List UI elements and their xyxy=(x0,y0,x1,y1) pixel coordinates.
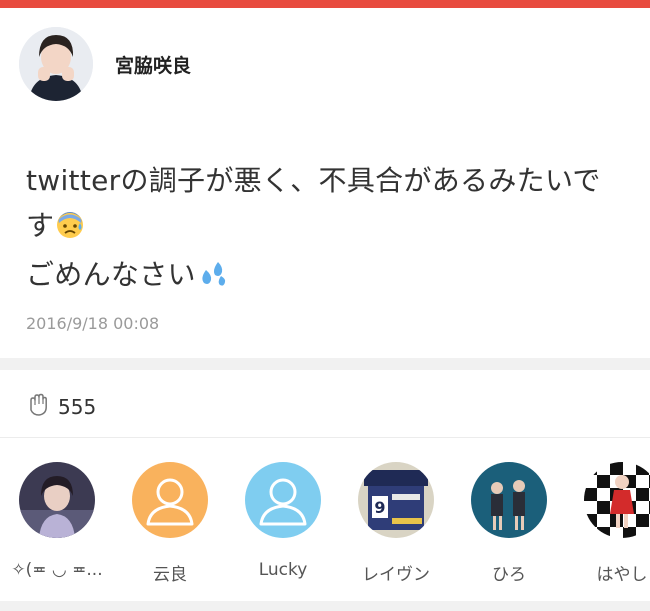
author-name[interactable]: 宮脇咲良 xyxy=(115,51,191,78)
post-text-line-2: す xyxy=(26,203,626,252)
divider xyxy=(0,437,650,438)
post-timestamp: 2016/9/18 00:08 xyxy=(26,314,160,333)
svg-text:9: 9 xyxy=(374,498,385,517)
liker-item[interactable]: Lucky xyxy=(226,462,340,580)
post-text-line-3: ごめんなさい xyxy=(26,252,626,301)
liker-name: ✧(≖ ◡ ≖... xyxy=(11,560,103,580)
top-accent-bar xyxy=(0,0,650,8)
post-body: twitterの調子が悪く、不具合があるみたいで す ごめんなさい xyxy=(26,158,626,301)
author-avatar-image xyxy=(19,27,93,101)
post-author[interactable]: 宮脇咲良 xyxy=(19,27,191,101)
section-separator xyxy=(0,358,650,370)
liker-item[interactable]: 云良 xyxy=(113,462,227,585)
liker-name: 云良 xyxy=(153,565,187,585)
clapping-hand-icon[interactable] xyxy=(26,393,50,421)
default-avatar-icon[interactable] xyxy=(132,462,208,538)
likers-list: ✧(≖ ◡ ≖... 云良 Lucky 9 レイヴン ひろ はやし xyxy=(0,462,650,592)
avatar[interactable]: 9 xyxy=(358,462,434,538)
sweat-droplets-icon xyxy=(198,256,228,301)
post-text-line-1: twitterの調子が悪く、不具合があるみたいで xyxy=(26,164,601,197)
author-avatar[interactable] xyxy=(19,27,93,101)
liker-item[interactable]: ✧(≖ ◡ ≖... xyxy=(0,462,114,580)
liker-item[interactable]: ひろ xyxy=(452,462,566,585)
avatar[interactable] xyxy=(19,462,95,538)
section-separator xyxy=(0,601,650,611)
post-text-fragment: す xyxy=(26,209,55,242)
anxious-face-icon xyxy=(56,207,84,252)
default-avatar-icon[interactable] xyxy=(245,462,321,538)
likes-count: 555 xyxy=(58,395,97,419)
liker-name: Lucky xyxy=(258,560,308,580)
liker-name: ひろ xyxy=(492,565,526,585)
avatar[interactable] xyxy=(471,462,547,538)
liker-item[interactable]: はやし xyxy=(565,462,650,585)
avatar[interactable] xyxy=(584,462,650,538)
likes-summary[interactable]: 555 xyxy=(26,393,96,421)
liker-name: はやし xyxy=(596,565,648,585)
liker-item[interactable]: 9 レイヴン xyxy=(339,462,453,585)
post-text-fragment: ごめんなさい xyxy=(26,258,196,291)
liker-name: レイヴン xyxy=(362,565,430,585)
